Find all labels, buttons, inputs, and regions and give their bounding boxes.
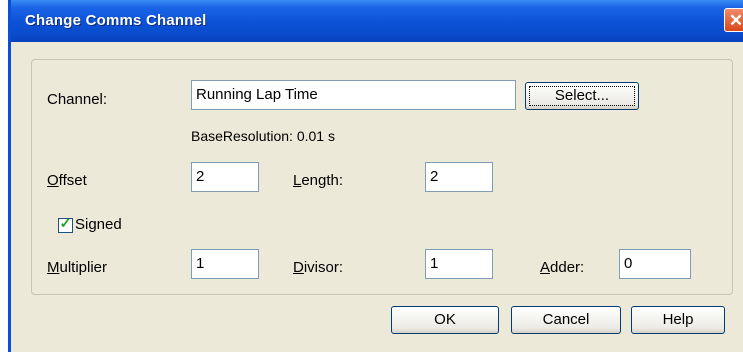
cancel-button[interactable]: Cancel: [511, 306, 621, 334]
close-icon: ✕: [728, 11, 743, 30]
signed-label[interactable]: Signed: [75, 216, 122, 233]
ok-button[interactable]: OK: [391, 306, 499, 334]
channel-input[interactable]: Running Lap Time: [191, 80, 516, 110]
select-button[interactable]: Select...: [525, 82, 639, 110]
adder-label: Adder:: [540, 259, 585, 276]
adder-input[interactable]: 0: [619, 249, 691, 279]
divisor-input[interactable]: 1: [425, 249, 493, 279]
channel-label: Channel:: [47, 91, 108, 108]
window-title: Change Comms Channel: [25, 12, 207, 29]
length-input[interactable]: 2: [425, 162, 493, 192]
multiplier-label: Multiplier: [47, 259, 108, 276]
close-button[interactable]: ✕: [724, 8, 743, 32]
help-button[interactable]: Help: [631, 306, 725, 334]
offset-label: Offset: [47, 172, 87, 189]
divisor-label: Divisor:: [293, 259, 344, 276]
length-label: Length:: [293, 172, 344, 189]
signed-checkbox[interactable]: ✓: [58, 215, 73, 233]
offset-input[interactable]: 2: [191, 162, 259, 192]
title-bar[interactable]: Change Comms Channel ✕: [11, 0, 743, 42]
multiplier-input[interactable]: 1: [191, 249, 259, 279]
base-resolution-text: BaseResolution: 0.01 s: [191, 128, 335, 144]
checkmark-icon: ✓: [59, 215, 72, 231]
dialog-window: Change Comms Channel ✕ Channel: Running …: [8, 0, 743, 352]
